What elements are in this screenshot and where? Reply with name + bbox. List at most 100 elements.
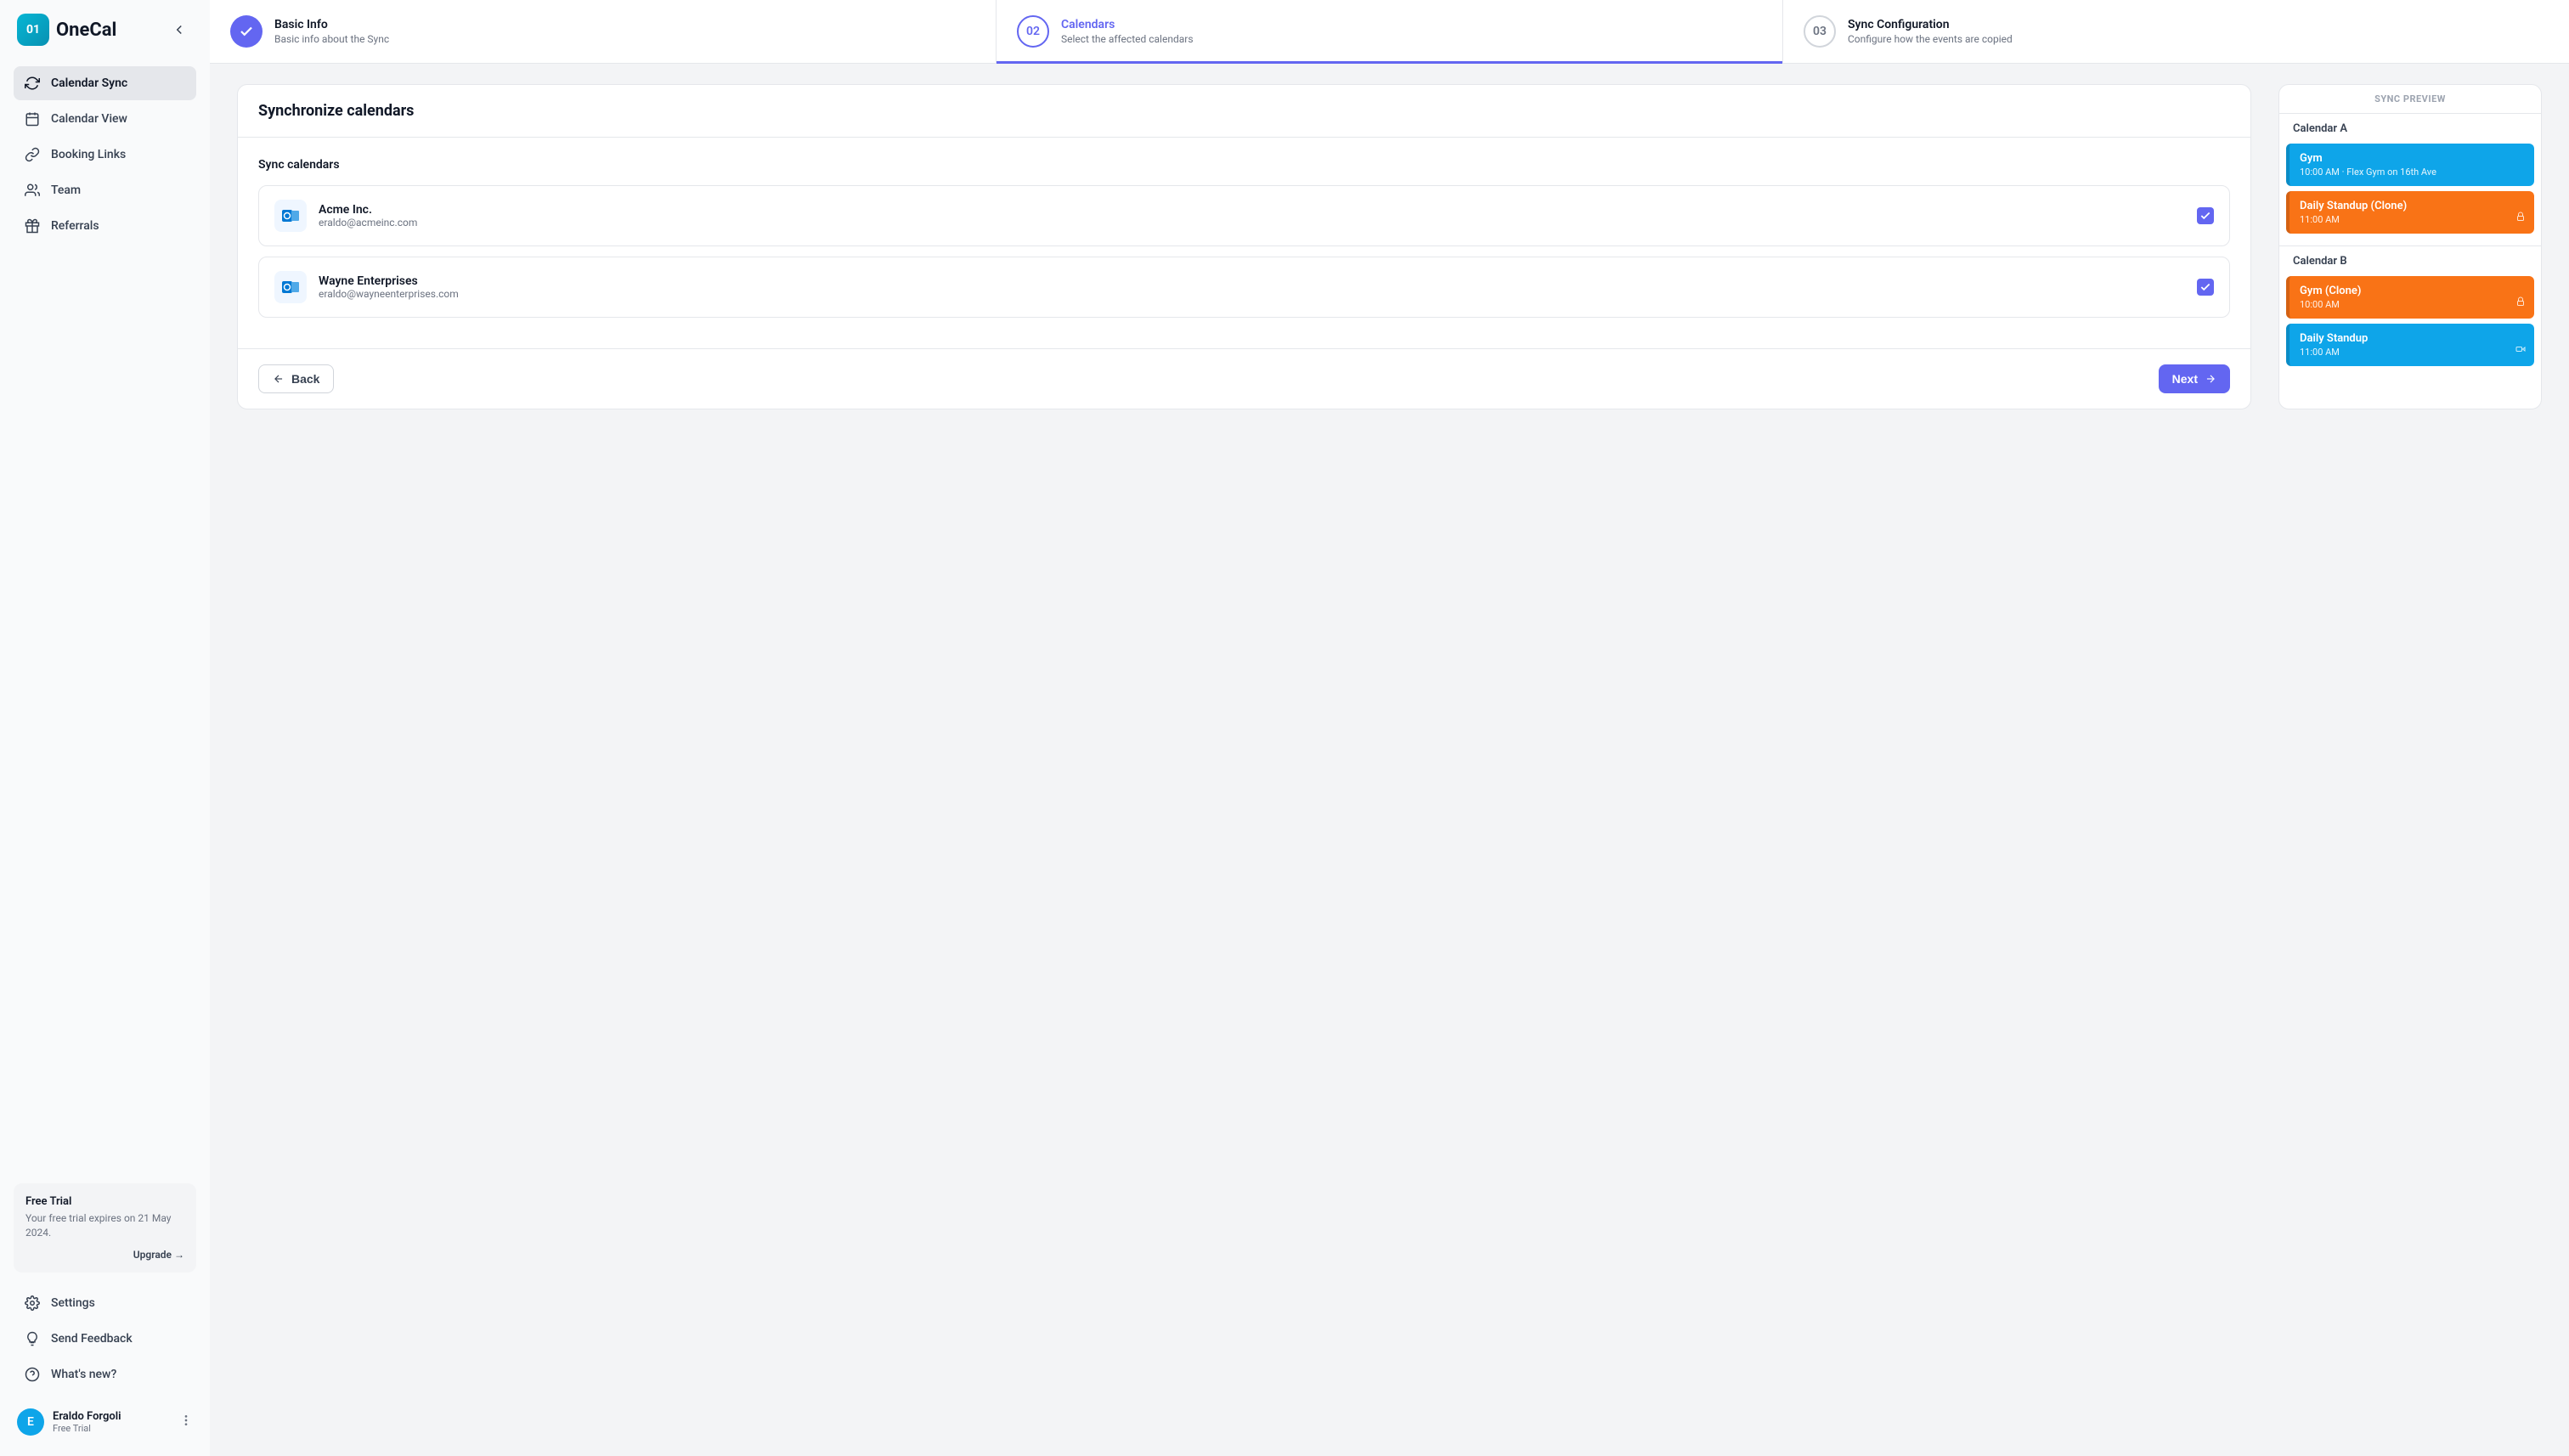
panel-actions: Back Next (238, 348, 2250, 409)
calendar-label: Calendar A (2279, 114, 2541, 144)
sidebar-item-label: Calendar View (51, 112, 127, 126)
avatar: E (17, 1408, 44, 1436)
user-menu-button[interactable] (179, 1414, 193, 1431)
help-icon (24, 1366, 41, 1383)
calendar-info: Acme Inc. eraldo@acmeinc.com (319, 203, 2185, 229)
dots-vertical-icon (179, 1414, 193, 1427)
event-title: Gym (2300, 152, 2524, 165)
step-text: Sync Configuration Configure how the eve… (1848, 18, 2013, 45)
sidebar-item-settings[interactable]: Settings (14, 1286, 196, 1320)
step-title: Sync Configuration (1848, 18, 2013, 31)
calendar-email: eraldo@acmeinc.com (319, 217, 2185, 229)
step-basic-info[interactable]: Basic Info Basic info about the Sync (210, 0, 997, 63)
step-text: Calendars Select the affected calendars (1061, 18, 1194, 45)
sidebar: 01 OneCal Calendar Sync Calendar View Bo… (0, 0, 210, 1456)
trial-desc: Your free trial expires on 21 May 2024. (25, 1211, 184, 1240)
outlook-icon (274, 200, 307, 232)
step-calendars[interactable]: 02 Calendars Select the affected calenda… (997, 0, 1783, 63)
sidebar-item-whats-new[interactable]: What's new? (14, 1357, 196, 1391)
section-label: Sync calendars (258, 158, 2230, 172)
step-text: Basic Info Basic info about the Sync (274, 18, 389, 45)
stepper: Basic Info Basic info about the Sync 02 … (210, 0, 2569, 64)
upgrade-link[interactable]: Upgrade → (25, 1249, 184, 1261)
preview-event: Gym 10:00 AM · Flex Gym on 16th Ave (2286, 144, 2534, 186)
sidebar-item-label: Calendar Sync (51, 76, 127, 90)
sidebar-item-label: Booking Links (51, 148, 126, 161)
step-desc: Configure how the events are copied (1848, 33, 2013, 45)
calendar-item: Wayne Enterprises eraldo@wayneenterprise… (258, 257, 2230, 318)
sidebar-item-feedback[interactable]: Send Feedback (14, 1322, 196, 1356)
sidebar-item-booking-links[interactable]: Booking Links (14, 138, 196, 172)
sync-panel: Synchronize calendars Sync calendars Acm… (237, 84, 2251, 409)
calendar-checkbox[interactable] (2197, 207, 2214, 224)
sidebar-item-referrals[interactable]: Referrals (14, 209, 196, 243)
events-list: Gym 10:00 AM · Flex Gym on 16th Ave Dail… (2279, 144, 2541, 245)
gift-icon (24, 217, 41, 234)
video-icon (2515, 341, 2526, 358)
event-title: Daily Standup (2300, 332, 2524, 345)
sidebar-item-label: Referrals (51, 219, 99, 233)
logo[interactable]: 01 OneCal (17, 14, 116, 46)
step-title: Basic Info (274, 18, 389, 31)
check-icon (2199, 210, 2211, 222)
trial-box: Free Trial Your free trial expires on 21… (14, 1183, 196, 1273)
sidebar-item-team[interactable]: Team (14, 173, 196, 207)
panel-body: Sync calendars Acme Inc. eraldo@acmeinc.… (238, 138, 2250, 348)
event-title: Gym (Clone) (2300, 285, 2524, 297)
sync-icon (24, 75, 41, 92)
trial-title: Free Trial (25, 1195, 184, 1208)
users-icon (24, 182, 41, 199)
step-badge-done (230, 15, 263, 48)
user-info: Eraldo Forgoli Free Trial (53, 1410, 171, 1434)
calendar-icon (24, 110, 41, 127)
calendar-email: eraldo@wayneenterprises.com (319, 288, 2185, 300)
event-time: 10:00 AM (2300, 299, 2524, 310)
back-button[interactable]: Back (258, 364, 334, 393)
calendar-checkbox[interactable] (2197, 279, 2214, 296)
arrow-right-icon (2205, 373, 2216, 385)
preview-event: Daily Standup 11:00 AM (2286, 324, 2534, 366)
step-desc: Basic info about the Sync (274, 33, 389, 45)
sidebar-item-label: What's new? (51, 1368, 116, 1381)
preview-header: SYNC PREVIEW (2279, 85, 2541, 114)
events-list: Gym (Clone) 10:00 AM Daily Standup 11:00… (2279, 276, 2541, 378)
user-name: Eraldo Forgoli (53, 1410, 171, 1423)
preview-section-a: Calendar A Gym 10:00 AM · Flex Gym on 16… (2279, 114, 2541, 246)
content: Synchronize calendars Sync calendars Acm… (210, 64, 2569, 430)
calendar-item: Acme Inc. eraldo@acmeinc.com (258, 185, 2230, 246)
next-label: Next (2172, 372, 2198, 386)
sidebar-item-label: Team (51, 183, 81, 197)
check-icon (2199, 281, 2211, 293)
preview-event: Daily Standup (Clone) 11:00 AM (2286, 191, 2534, 234)
main-nav: Calendar Sync Calendar View Booking Link… (14, 66, 196, 1183)
preview-section-b: Calendar B Gym (Clone) 10:00 AM Daily St… (2279, 246, 2541, 378)
step-badge-future: 03 (1804, 15, 1836, 48)
step-sync-config[interactable]: 03 Sync Configuration Configure how the … (1783, 0, 2569, 63)
check-icon (239, 24, 254, 39)
sidebar-item-calendar-sync[interactable]: Calendar Sync (14, 66, 196, 100)
link-icon (24, 146, 41, 163)
event-time: 11:00 AM (2300, 347, 2524, 358)
user-row: E Eraldo Forgoli Free Trial (14, 1402, 196, 1442)
step-badge-current: 02 (1017, 15, 1049, 48)
logo-badge: 01 (17, 14, 49, 46)
chevron-left-icon (172, 22, 187, 37)
main: Basic Info Basic info about the Sync 02 … (210, 0, 2569, 1456)
next-button[interactable]: Next (2159, 364, 2230, 393)
sidebar-item-label: Settings (51, 1296, 95, 1310)
lightbulb-icon (24, 1330, 41, 1347)
sync-preview: SYNC PREVIEW Calendar A Gym 10:00 AM · F… (2278, 84, 2542, 409)
event-time: 10:00 AM · Flex Gym on 16th Ave (2300, 166, 2524, 178)
sidebar-item-calendar-view[interactable]: Calendar View (14, 102, 196, 136)
bottom-nav: Settings Send Feedback What's new? (14, 1286, 196, 1391)
collapse-sidebar-button[interactable] (166, 16, 193, 43)
arrow-left-icon (273, 373, 285, 385)
preview-event: Gym (Clone) 10:00 AM (2286, 276, 2534, 319)
panel-title: Synchronize calendars (258, 102, 2230, 120)
lock-icon (2515, 294, 2526, 310)
calendar-name: Acme Inc. (319, 203, 2185, 217)
panel-header: Synchronize calendars (238, 85, 2250, 138)
calendar-name: Wayne Enterprises (319, 274, 2185, 288)
event-title: Daily Standup (Clone) (2300, 200, 2524, 212)
step-title: Calendars (1061, 18, 1194, 31)
